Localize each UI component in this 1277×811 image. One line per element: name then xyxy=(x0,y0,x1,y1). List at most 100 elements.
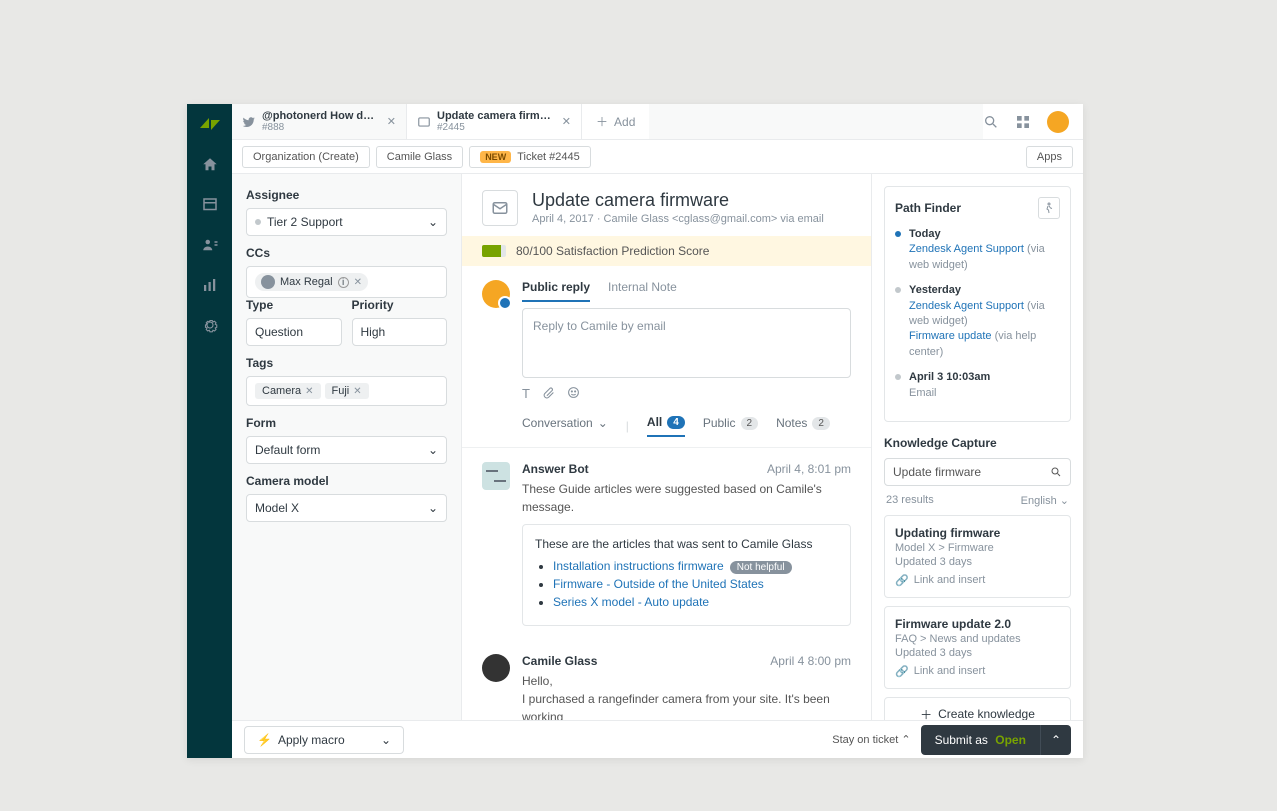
apps-button[interactable]: Apps xyxy=(1026,146,1073,168)
link-insert-button[interactable]: 🔗 Link and insert xyxy=(895,574,1060,587)
close-icon[interactable]: ✕ xyxy=(387,115,396,128)
camera-model-value: Model X xyxy=(255,501,299,515)
article-link[interactable]: Series X model - Auto update xyxy=(553,595,709,609)
tab-ticket-888[interactable]: @photonerd How do I reset... #888 ✕ xyxy=(232,104,407,139)
reports-icon[interactable] xyxy=(201,276,219,294)
kc-search-input[interactable]: Update firmware xyxy=(884,458,1071,486)
user-avatar[interactable] xyxy=(1047,111,1069,133)
inbox-icon[interactable] xyxy=(201,196,219,214)
tab-internal-note[interactable]: Internal Note xyxy=(608,280,677,302)
cc-chip[interactable]: Max Regal i ✕ xyxy=(255,273,368,291)
tag-chip[interactable]: Fuji✕ xyxy=(325,383,369,399)
breadcrumb-org[interactable]: Organization (Create) xyxy=(242,146,370,168)
conversation-filter-tabs: Conversation ⌄ | All 4 Public 2 Notes 2 xyxy=(462,411,871,448)
apps-grid-icon[interactable] xyxy=(1015,114,1031,130)
camera-model-label: Camera model xyxy=(246,474,447,488)
ccs-input[interactable]: Max Regal i ✕ xyxy=(246,266,447,298)
ticket-title: Update camera firmware xyxy=(532,190,824,211)
tab-notes[interactable]: Notes 2 xyxy=(776,416,830,436)
tab-public-reply[interactable]: Public reply xyxy=(522,280,590,302)
conversation-panel: Update camera firmware April 4, 2017 · C… xyxy=(462,174,871,758)
twitter-icon xyxy=(242,115,256,129)
tabs-row: @photonerd How do I reset... #888 ✕ Upda… xyxy=(232,104,1083,140)
zendesk-logo xyxy=(200,114,220,134)
home-icon[interactable] xyxy=(201,156,219,174)
channel-email-icon xyxy=(482,190,518,226)
cc-name: Max Regal xyxy=(280,276,333,288)
customers-icon[interactable] xyxy=(201,236,219,254)
kc-result-card[interactable]: Updating firmware Model X > Firmware Upd… xyxy=(884,515,1071,598)
path-link[interactable]: Firmware update xyxy=(909,330,992,342)
add-tab-button[interactable]: ＋ Add xyxy=(582,104,649,139)
stay-on-ticket-toggle[interactable]: Stay on ticket ⌃ xyxy=(832,733,910,746)
tab-all[interactable]: All 4 xyxy=(647,415,685,437)
chevron-down-icon: ⌄ xyxy=(428,501,438,515)
timeline-item: Today Zendesk Agent Support (via web wid… xyxy=(895,227,1060,273)
article-link[interactable]: Firmware - Outside of the United States xyxy=(553,577,764,591)
remove-icon[interactable]: ✕ xyxy=(353,386,361,397)
message-author: Answer Bot xyxy=(522,462,589,476)
reply-editor[interactable]: Reply to Camile by email xyxy=(522,308,851,378)
form-value: Default form xyxy=(255,443,320,457)
score-text: 80/100 Satisfaction Prediction Score xyxy=(516,244,709,258)
path-link[interactable]: Zendesk Agent Support xyxy=(909,243,1024,255)
link-icon: 🔗 xyxy=(895,574,909,587)
apply-macro-button[interactable]: ⚡ Apply macro ⌄ xyxy=(244,726,404,754)
assignee-select[interactable]: Tier 2 Support ⌄ xyxy=(246,208,447,236)
form-select[interactable]: Default form ⌄ xyxy=(246,436,447,464)
close-icon[interactable]: ✕ xyxy=(562,115,571,128)
breadcrumb-user[interactable]: Camile Glass xyxy=(376,146,463,168)
article-link[interactable]: Installation instructions firmware xyxy=(553,559,724,573)
app-window: @photonerd How do I reset... #888 ✕ Upda… xyxy=(187,104,1083,758)
tag-chip[interactable]: Camera✕ xyxy=(255,383,321,399)
tab-conversation[interactable]: Conversation ⌄ xyxy=(522,416,608,436)
tab-ticket-2445[interactable]: Update camera firmware #2445 ✕ xyxy=(407,104,582,139)
timeline-item: Yesterday Zendesk Agent Support (via web… xyxy=(895,283,1060,360)
kc-results-count: 23 results xyxy=(886,494,934,507)
remove-icon[interactable]: ✕ xyxy=(305,386,313,397)
emoji-icon[interactable] xyxy=(567,386,580,401)
tags-input[interactable]: Camera✕ Fuji✕ xyxy=(246,376,447,406)
form-label: Form xyxy=(246,416,447,430)
bullet-icon xyxy=(255,219,261,225)
customer-avatar xyxy=(482,654,510,682)
chevron-down-icon: ⌄ xyxy=(428,215,438,229)
agent-avatar xyxy=(482,280,510,308)
tags-label: Tags xyxy=(246,356,447,370)
link-insert-button[interactable]: 🔗 Link and insert xyxy=(895,665,1060,678)
path-link[interactable]: Zendesk Agent Support xyxy=(909,300,1024,312)
kc-title: Knowledge Capture xyxy=(884,436,1071,450)
submit-dropdown[interactable]: ⌃ xyxy=(1040,725,1071,755)
ticket-header: Update camera firmware April 4, 2017 · C… xyxy=(462,174,871,236)
kc-language-select[interactable]: English ⌄ xyxy=(1021,494,1069,507)
assignee-value: Tier 2 Support xyxy=(267,215,343,229)
satisfaction-score: 80/100 Satisfaction Prediction Score xyxy=(462,236,871,266)
count-badge: 2 xyxy=(741,417,759,430)
walk-icon[interactable] xyxy=(1038,197,1060,219)
type-select[interactable]: Question xyxy=(246,318,342,346)
properties-panel: Assignee Tier 2 Support ⌄ CCs Max Regal … xyxy=(232,174,462,758)
path-finder-card: Path Finder Today Zendesk Agent Support … xyxy=(884,186,1071,422)
text-format-icon[interactable]: T xyxy=(522,386,530,401)
message-time: April 4 8:00 pm xyxy=(770,654,851,668)
settings-icon[interactable] xyxy=(201,316,219,334)
search-icon[interactable] xyxy=(983,114,999,130)
side-nav xyxy=(187,104,232,758)
ticket-icon xyxy=(417,115,431,129)
camera-model-select[interactable]: Model X ⌄ xyxy=(246,494,447,522)
breadcrumb-ticket[interactable]: NEW Ticket #2445 xyxy=(469,146,591,168)
ticket-chip-label: Ticket #2445 xyxy=(517,151,580,163)
main-area: @photonerd How do I reset... #888 ✕ Upda… xyxy=(232,104,1083,758)
kc-result-card[interactable]: Firmware update 2.0 FAQ > News and updat… xyxy=(884,606,1071,689)
link-icon: 🔗 xyxy=(895,665,909,678)
compose-area: Public reply Internal Note Reply to Cami… xyxy=(462,266,871,411)
submit-button[interactable]: Submit as Open ⌃ xyxy=(921,725,1071,755)
remove-icon[interactable]: ✕ xyxy=(354,277,362,288)
tab-sub: #888 xyxy=(262,122,377,133)
attachment-icon[interactable] xyxy=(542,386,555,401)
editor-toolbar: T xyxy=(522,386,851,401)
priority-select[interactable]: High xyxy=(352,318,448,346)
dot-icon xyxy=(895,287,901,293)
message-body: These Guide articles were suggested base… xyxy=(522,480,851,516)
tab-public[interactable]: Public 2 xyxy=(703,416,758,436)
